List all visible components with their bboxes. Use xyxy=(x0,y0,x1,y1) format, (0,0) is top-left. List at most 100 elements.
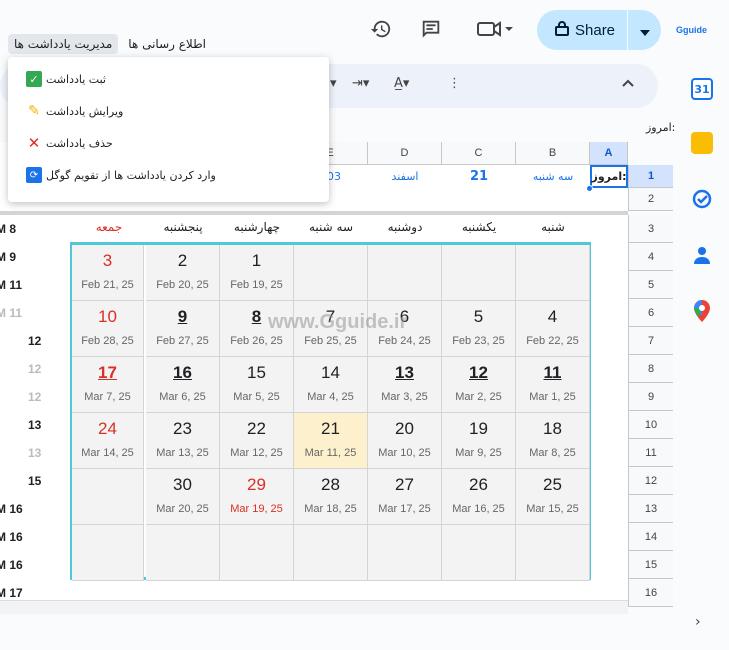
calendar-day-cell[interactable]: 20 Mar 10, 25 xyxy=(368,413,442,469)
calendar-day-cell[interactable]: 28 Mar 18, 25 xyxy=(294,469,368,525)
calendar-day-cell[interactable] xyxy=(72,469,144,525)
chevron-icon[interactable]: ▾ xyxy=(330,76,337,91)
share-dropdown-button[interactable] xyxy=(628,10,661,50)
row-header-16[interactable]: 16 xyxy=(628,579,673,607)
calendar-day-cell[interactable]: 14 Mar 4, 25 xyxy=(294,357,368,413)
column-header-d[interactable]: D xyxy=(368,142,442,165)
row-header-7[interactable]: 7 xyxy=(628,327,673,355)
share-button[interactable]: Share xyxy=(537,10,627,50)
calendar-day-cell[interactable] xyxy=(516,245,590,301)
calendar-day-cell[interactable] xyxy=(442,245,516,301)
menu-item-edit-note[interactable]: ✎ ویرایش یادداشت xyxy=(26,99,123,123)
left-column-cell[interactable]: M 16 xyxy=(0,495,48,523)
comment-icon[interactable] xyxy=(416,14,446,44)
calendar-day-cell[interactable]: 5 Feb 23, 25 xyxy=(442,301,516,357)
left-column-cell[interactable]: 12 xyxy=(0,383,48,411)
left-column-cell[interactable]: 13 xyxy=(0,439,48,467)
calendar-day-cell[interactable]: 30 Mar 20, 25 xyxy=(146,469,220,525)
left-column-cell[interactable]: 15 xyxy=(0,467,48,495)
left-column-cell[interactable]: M 8 xyxy=(0,215,48,243)
cell-d1[interactable]: اسفند xyxy=(368,165,442,188)
formula-bar-text[interactable]: امروز: xyxy=(646,121,675,134)
calendar-day-cell[interactable]: 29 Mar 19, 25 xyxy=(220,469,294,525)
calendar-day-cell[interactable]: 10 Feb 28, 25 xyxy=(72,301,144,357)
row-header-5[interactable]: 5 xyxy=(628,271,673,299)
calendar-day-cell[interactable]: 18 Mar 8, 25 xyxy=(516,413,590,469)
cell-c1[interactable]: 21 xyxy=(442,165,516,188)
row-header-8[interactable]: 8 xyxy=(628,355,673,383)
chevron-up-icon[interactable] xyxy=(622,76,634,91)
calendar-day-cell[interactable]: 3 Feb 21, 25 xyxy=(72,245,144,301)
calendar-day-cell[interactable]: 15 Mar 5, 25 xyxy=(220,357,294,413)
calendar-day-cell[interactable]: 22 Mar 12, 25 xyxy=(220,413,294,469)
horizontal-scrollbar[interactable] xyxy=(0,600,628,614)
row-header-14[interactable]: 14 xyxy=(628,523,673,551)
row-header-10[interactable]: 10 xyxy=(628,411,673,439)
calendar-day-cell[interactable]: 2 Feb 20, 25 xyxy=(146,245,220,301)
menu-item-import-google-calendar[interactable]: ⟳ وارد کردن یادداشت ها از تقویم گوگل xyxy=(26,163,216,187)
calendar-day-cell[interactable]: 21 Mar 11, 25 xyxy=(294,413,368,469)
left-column-cell[interactable]: M 11 xyxy=(0,299,48,327)
calendar-day-cell[interactable]: 11 Mar 1, 25 xyxy=(516,357,590,413)
calendar-day-cell[interactable]: 16 Mar 6, 25 xyxy=(146,357,220,413)
calendar-icon[interactable]: 31 xyxy=(691,78,713,100)
cell-b1[interactable]: سه شنبه xyxy=(516,165,590,188)
more-vert-icon[interactable]: ⋮ xyxy=(448,76,461,91)
row-header-12[interactable]: 12 xyxy=(628,467,673,495)
calendar-day-cell[interactable]: 25 Mar 15, 25 xyxy=(516,469,590,525)
calendar-day-cell[interactable]: 19 Mar 9, 25 xyxy=(442,413,516,469)
calendar-day-cell[interactable] xyxy=(442,525,516,581)
text-direction-icon[interactable]: ⇥▾ xyxy=(352,76,369,91)
calendar-day-cell[interactable] xyxy=(516,525,590,581)
column-header-b[interactable]: B xyxy=(516,142,590,165)
selection-handle[interactable] xyxy=(586,185,593,192)
left-column-cell[interactable]: M 11 xyxy=(0,271,48,299)
row-header-13[interactable]: 13 xyxy=(628,495,673,523)
menu-notes-management[interactable]: مدیریت یادداشت ها xyxy=(8,34,119,54)
calendar-day-cell[interactable]: 9 Feb 27, 25 xyxy=(146,301,220,357)
selected-cell-a1[interactable]: امروز: xyxy=(590,165,628,188)
calendar-day-cell[interactable] xyxy=(72,525,144,581)
row-header-4[interactable]: 4 xyxy=(628,243,673,271)
calendar-day-cell[interactable] xyxy=(368,525,442,581)
row-header-1[interactable]: 1 xyxy=(628,165,673,188)
keep-icon[interactable] xyxy=(691,132,713,154)
row-header-11[interactable]: 11 xyxy=(628,439,673,467)
calendar-day-cell[interactable]: 23 Mar 13, 25 xyxy=(146,413,220,469)
calendar-day-cell[interactable] xyxy=(368,245,442,301)
calendar-day-cell[interactable] xyxy=(294,245,368,301)
maps-icon[interactable] xyxy=(691,300,713,322)
meet-icon[interactable] xyxy=(472,14,518,44)
history-icon[interactable] xyxy=(366,14,396,44)
calendar-day-cell[interactable] xyxy=(146,525,220,581)
column-header-c[interactable]: C xyxy=(442,142,516,165)
calendar-day-cell[interactable]: 1 Feb 19, 25 xyxy=(220,245,294,301)
freeze-divider[interactable] xyxy=(0,211,628,215)
calendar-day-cell[interactable]: 13 Mar 3, 25 xyxy=(368,357,442,413)
menu-notifications[interactable]: اطلاع رسانی ها xyxy=(122,34,212,54)
calendar-day-cell[interactable]: 24 Mar 14, 25 xyxy=(72,413,144,469)
calendar-day-cell[interactable]: 17 Mar 7, 25 xyxy=(72,357,144,413)
calendar-day-cell[interactable]: 26 Mar 16, 25 xyxy=(442,469,516,525)
left-column-cell[interactable]: 12 xyxy=(0,355,48,383)
calendar-day-cell[interactable]: 12 Mar 2, 25 xyxy=(442,357,516,413)
contacts-icon[interactable] xyxy=(691,244,713,266)
calendar-day-cell[interactable]: 27 Mar 17, 25 xyxy=(368,469,442,525)
row-header-3[interactable]: 3 xyxy=(628,215,673,243)
menu-item-add-note[interactable]: ✓ ثبت یادداشت xyxy=(26,67,106,91)
left-column-cell[interactable]: M 16 xyxy=(0,551,48,579)
left-column-cell[interactable]: M 9 xyxy=(0,243,48,271)
left-column-cell[interactable]: M 16 xyxy=(0,523,48,551)
row-header-6[interactable]: 6 xyxy=(628,299,673,327)
menu-item-delete-note[interactable]: ✕ حذف یادداشت xyxy=(26,131,113,155)
row-header-15[interactable]: 15 xyxy=(628,551,673,579)
row-header-9[interactable]: 9 xyxy=(628,383,673,411)
chevron-right-icon[interactable]: › xyxy=(695,614,701,630)
column-header-a[interactable]: A xyxy=(590,142,628,165)
calendar-day-cell[interactable] xyxy=(220,525,294,581)
calendar-day-cell[interactable] xyxy=(294,525,368,581)
left-column-cell[interactable]: 13 xyxy=(0,411,48,439)
calendar-day-cell[interactable]: 4 Feb 22, 25 xyxy=(516,301,590,357)
row-header-2[interactable]: 2 xyxy=(628,188,673,211)
tasks-icon[interactable] xyxy=(691,188,713,210)
